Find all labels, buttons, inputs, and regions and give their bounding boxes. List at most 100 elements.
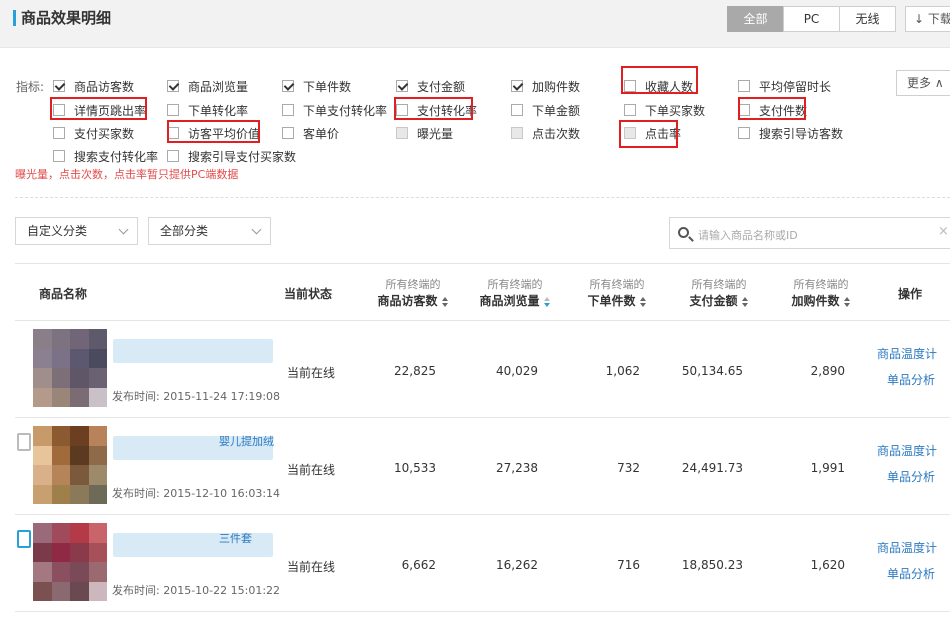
indicator-label: 下单买家数 [645,103,706,118]
checkbox[interactable] [282,80,294,92]
temperature-link[interactable]: 商品温度计 [877,442,937,459]
cart-value: 1,620 [810,558,845,572]
indicator-option[interactable]: 下单件数 [282,78,351,94]
indicator-option[interactable]: 商品访客数 [53,78,134,94]
search-box[interactable]: 请输入商品名称或ID × [669,217,950,249]
checkbox[interactable] [167,80,179,92]
product-name-link[interactable]: 婴儿提加绒 [219,433,274,449]
highlight-box [619,120,678,148]
checkbox[interactable] [511,80,523,92]
sort-desc-icon[interactable] [543,296,551,307]
item-analysis-link[interactable]: 单品分析 [887,565,935,582]
checkbox[interactable] [738,127,750,139]
indicator-option[interactable]: 下单买家数 [624,102,705,118]
temperature-link[interactable]: 商品温度计 [877,539,937,556]
checkbox[interactable] [511,127,523,139]
search-input[interactable]: 请输入商品名称或ID [698,227,798,243]
thumbnail-pixel [33,484,52,504]
indicator-label: 平均停留时长 [759,79,832,94]
checkbox[interactable] [282,104,294,116]
th-visitors-label: 商品访客数 [377,294,438,308]
indicator-option[interactable]: 商品浏览量 [167,78,248,94]
indicator-label: 下单转化率 [188,103,249,118]
checkbox[interactable] [511,104,523,116]
segment-wireless[interactable]: 无线 [839,6,896,32]
thumbnail-pixel [33,523,52,543]
cart-value: 2,890 [810,364,845,378]
indicator-label: 客单价 [303,126,340,141]
thumbnail-pixel [88,465,107,485]
item-analysis-link[interactable]: 单品分析 [887,371,935,388]
publish-time: 发布时间: 2015-12-10 16:03:14 [112,487,281,500]
thumbnail-pixel [70,523,89,543]
indicator-option[interactable]: 平均停留时长 [738,78,831,94]
product-name-blurred[interactable] [113,339,273,363]
thumbnail-pixel [88,581,107,601]
indicator-label: 点击次数 [532,126,581,141]
checkbox[interactable] [167,150,179,162]
temperature-link[interactable]: 商品温度计 [877,345,937,362]
item-analysis-link[interactable]: 单品分析 [887,468,935,485]
checkbox[interactable] [53,80,65,92]
indicator-label: 曝光量 [417,126,454,141]
segment-all[interactable]: 全部 [727,6,784,32]
highlight-box [738,97,806,120]
all-category-value: 全部分类 [160,224,209,238]
thumbnail-pixel [88,329,107,349]
indicator-option[interactable]: 下单金额 [511,102,580,118]
sort-icon[interactable] [639,296,647,307]
thumbnail-pixel [51,562,70,582]
indicator-option[interactable]: 下单支付转化率 [282,102,387,118]
checkbox[interactable] [624,104,636,116]
indicator-option[interactable]: 加购件数 [511,78,580,94]
product-thumbnail[interactable] [33,426,107,504]
checkbox[interactable] [167,104,179,116]
indicator-option[interactable]: 支付买家数 [53,125,134,141]
checkbox[interactable] [396,80,408,92]
highlight-box [621,66,698,94]
table-row: 婴儿提加绒 发布时间: 2015-12-10 16:03:14 当前在线 10,533… [15,418,950,515]
checkbox[interactable] [53,150,65,162]
indicator-option[interactable]: 搜索支付转化率 [53,148,158,164]
sort-icon[interactable] [843,296,851,307]
th-cart[interactable]: 所有终端的 加购件数 [771,277,871,309]
th-visitors[interactable]: 所有终端的 商品访客数 [363,277,463,309]
th-pageviews[interactable]: 所有终端的 商品浏览量 [465,277,565,309]
product-thumbnail[interactable] [33,523,107,601]
all-category-select[interactable]: 全部分类 [148,217,271,245]
download-button[interactable]: ↓ 下载 [905,6,950,32]
thumbnail-pixel [33,348,52,368]
indicator-option[interactable]: 下单转化率 [167,102,248,118]
th-orders[interactable]: 所有终端的 下单件数 [567,277,667,309]
clear-icon[interactable]: × [938,224,949,239]
table-header: 商品名称 当前状态 所有终端的 商品访客数 所有终端的 商品浏览量 所有终端的 … [15,263,950,321]
thumbnail-pixel [51,348,70,368]
thumbnail-pixel [51,484,70,504]
indicator-option[interactable]: 客单价 [282,125,339,141]
indicator-option[interactable]: 搜索引导支付买家数 [167,148,296,164]
thumbnail-pixel [51,426,70,446]
th-paid[interactable]: 所有终端的 支付金额 [669,277,769,309]
thumbnail-pixel [88,484,107,504]
sort-icon[interactable] [441,296,449,307]
checkbox[interactable] [396,127,408,139]
indicator-option[interactable]: 搜索引导访客数 [738,125,843,141]
thumbnail-pixel [51,523,70,543]
thumbnail-pixel [33,445,52,465]
checkbox[interactable] [282,127,294,139]
sort-icon[interactable] [741,296,749,307]
indicator-option[interactable]: 支付金额 [396,78,465,94]
indicator-option[interactable]: 曝光量 [396,125,453,141]
custom-category-select[interactable]: 自定义分类 [15,217,138,245]
status-text: 当前在线 [287,463,336,477]
more-button[interactable]: 更多 ∧ [896,70,950,96]
checkbox[interactable] [53,127,65,139]
checkbox[interactable] [738,80,750,92]
indicators-label: 指标: [16,80,45,94]
product-thumbnail[interactable] [33,329,107,407]
product-name-link[interactable]: 三件套 [219,530,252,546]
thumbnail-pixel [51,581,70,601]
indicator-option[interactable]: 点击次数 [511,125,580,141]
thumbnail-pixel [51,445,70,465]
segment-pc[interactable]: PC [783,6,840,32]
